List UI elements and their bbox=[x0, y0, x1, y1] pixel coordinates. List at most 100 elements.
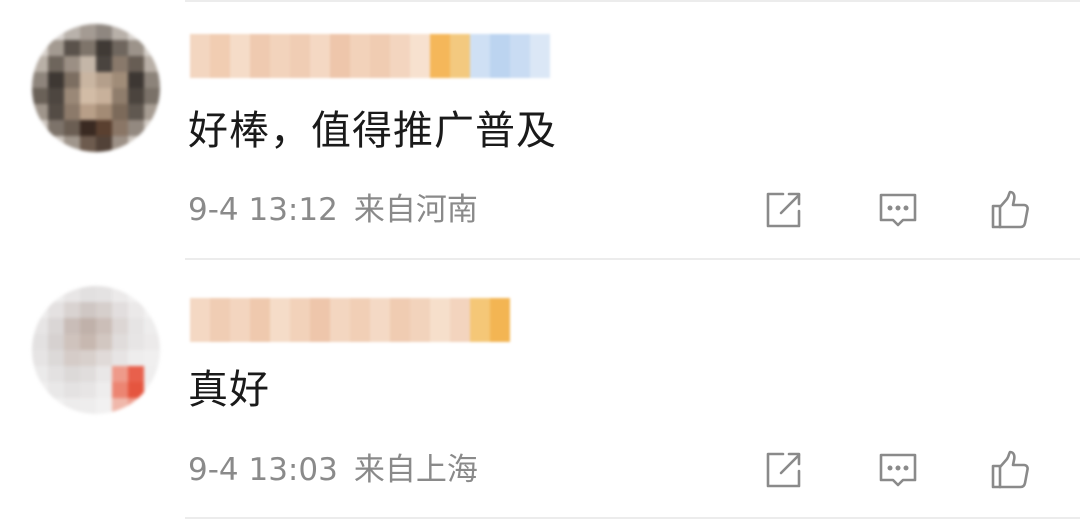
avatar-pixel bbox=[64, 24, 80, 40]
avatar-pixel bbox=[96, 104, 112, 120]
share-button[interactable] bbox=[755, 182, 811, 238]
avatar-pixel bbox=[48, 286, 64, 302]
username-pixel bbox=[390, 34, 410, 78]
avatar-pixel bbox=[32, 318, 48, 334]
username-pixel bbox=[330, 298, 350, 342]
avatar-pixel bbox=[32, 366, 48, 382]
avatar-pixel bbox=[128, 72, 144, 88]
avatar-pixel bbox=[32, 120, 48, 136]
username-pixel bbox=[350, 34, 370, 78]
avatar-pixel bbox=[144, 334, 160, 350]
avatar-pixel bbox=[128, 302, 144, 318]
username-pixel bbox=[490, 34, 510, 78]
avatar-pixel bbox=[112, 120, 128, 136]
avatar-pixel bbox=[64, 120, 80, 136]
comment-time: 9-4 13:12 bbox=[188, 192, 338, 228]
avatar-pixel bbox=[32, 350, 48, 366]
avatar-pixel bbox=[80, 350, 96, 366]
avatar[interactable] bbox=[32, 286, 160, 414]
avatar-pixel bbox=[80, 334, 96, 350]
avatar-pixel bbox=[144, 120, 160, 136]
username-pixel bbox=[270, 298, 290, 342]
thumbs-up-icon bbox=[991, 450, 1029, 489]
avatar-pixel bbox=[32, 382, 48, 398]
username-pixel bbox=[310, 298, 330, 342]
username-pixel bbox=[210, 34, 230, 78]
avatar-pixel bbox=[128, 286, 144, 302]
avatar-pixel bbox=[48, 302, 64, 318]
avatar-pixel bbox=[128, 318, 144, 334]
avatar-pixel bbox=[64, 302, 80, 318]
avatar-pixel bbox=[80, 286, 96, 302]
avatar-pixel bbox=[80, 120, 96, 136]
avatar-pixel bbox=[64, 286, 80, 302]
avatar-pixel bbox=[80, 366, 96, 382]
avatar-pixel bbox=[112, 334, 128, 350]
avatar-pixel bbox=[80, 88, 96, 104]
avatar-pixel bbox=[64, 382, 80, 398]
avatar-pixel bbox=[64, 72, 80, 88]
share-button[interactable] bbox=[755, 442, 811, 498]
username-pixel bbox=[390, 298, 410, 342]
avatar-pixel bbox=[112, 88, 128, 104]
username-pixel bbox=[490, 298, 510, 342]
username-pixel bbox=[290, 34, 310, 78]
username-pixel bbox=[410, 298, 430, 342]
avatar-pixel bbox=[64, 350, 80, 366]
username-pixel bbox=[190, 34, 210, 78]
avatar-pixel bbox=[32, 398, 48, 414]
avatar-pixel bbox=[96, 136, 112, 152]
comment-location: 来自上海 bbox=[353, 452, 478, 488]
username-blurred[interactable] bbox=[190, 34, 550, 78]
avatar-pixel bbox=[112, 136, 128, 152]
avatar-pixel bbox=[144, 56, 160, 72]
avatar-pixel bbox=[128, 104, 144, 120]
avatar-pixel bbox=[96, 72, 112, 88]
reply-button[interactable] bbox=[870, 182, 926, 238]
reply-button[interactable] bbox=[870, 442, 926, 498]
avatar-pixel bbox=[48, 398, 64, 414]
comment-icon bbox=[879, 193, 917, 227]
username-pixel bbox=[430, 298, 450, 342]
username-pixel bbox=[230, 34, 250, 78]
avatar-pixel bbox=[96, 366, 112, 382]
avatar-pixel bbox=[96, 56, 112, 72]
avatar-pixel bbox=[64, 398, 80, 414]
avatar-pixel bbox=[128, 40, 144, 56]
avatar-pixel bbox=[112, 56, 128, 72]
username-pixel bbox=[250, 34, 270, 78]
comment-icon bbox=[879, 453, 917, 487]
avatar-pixel bbox=[32, 56, 48, 72]
avatar-pixel bbox=[64, 88, 80, 104]
like-button[interactable] bbox=[982, 182, 1038, 238]
like-button[interactable] bbox=[982, 442, 1038, 498]
share-icon bbox=[766, 192, 801, 228]
comment-item: 真好 9-4 13:03 来自上海 bbox=[0, 260, 1080, 518]
avatar-pixel bbox=[80, 24, 96, 40]
avatar-pixel bbox=[64, 366, 80, 382]
avatar-pixel bbox=[48, 136, 64, 152]
avatar-pixel bbox=[48, 72, 64, 88]
avatar-pixel bbox=[112, 366, 128, 382]
avatar-pixel bbox=[48, 120, 64, 136]
avatar-pixel bbox=[32, 40, 48, 56]
avatar-pixel bbox=[144, 398, 160, 414]
thumbs-up-icon bbox=[991, 190, 1029, 229]
share-icon bbox=[766, 452, 801, 488]
avatar-pixel bbox=[48, 40, 64, 56]
avatar-pixel bbox=[128, 350, 144, 366]
avatar-pixel bbox=[32, 334, 48, 350]
avatar-pixel bbox=[144, 350, 160, 366]
username-blurred[interactable] bbox=[190, 298, 510, 342]
avatar-pixel bbox=[128, 136, 144, 152]
username-pixel bbox=[370, 34, 390, 78]
avatar-pixel bbox=[96, 120, 112, 136]
comment-text: 好棒，值得推广普及 bbox=[188, 108, 557, 154]
avatar-pixel bbox=[32, 24, 48, 40]
avatar-pixel bbox=[128, 24, 144, 40]
avatar[interactable] bbox=[32, 24, 160, 152]
avatar-pixel bbox=[48, 382, 64, 398]
avatar-pixel bbox=[96, 318, 112, 334]
avatar-pixel bbox=[64, 334, 80, 350]
avatar-pixel bbox=[32, 302, 48, 318]
